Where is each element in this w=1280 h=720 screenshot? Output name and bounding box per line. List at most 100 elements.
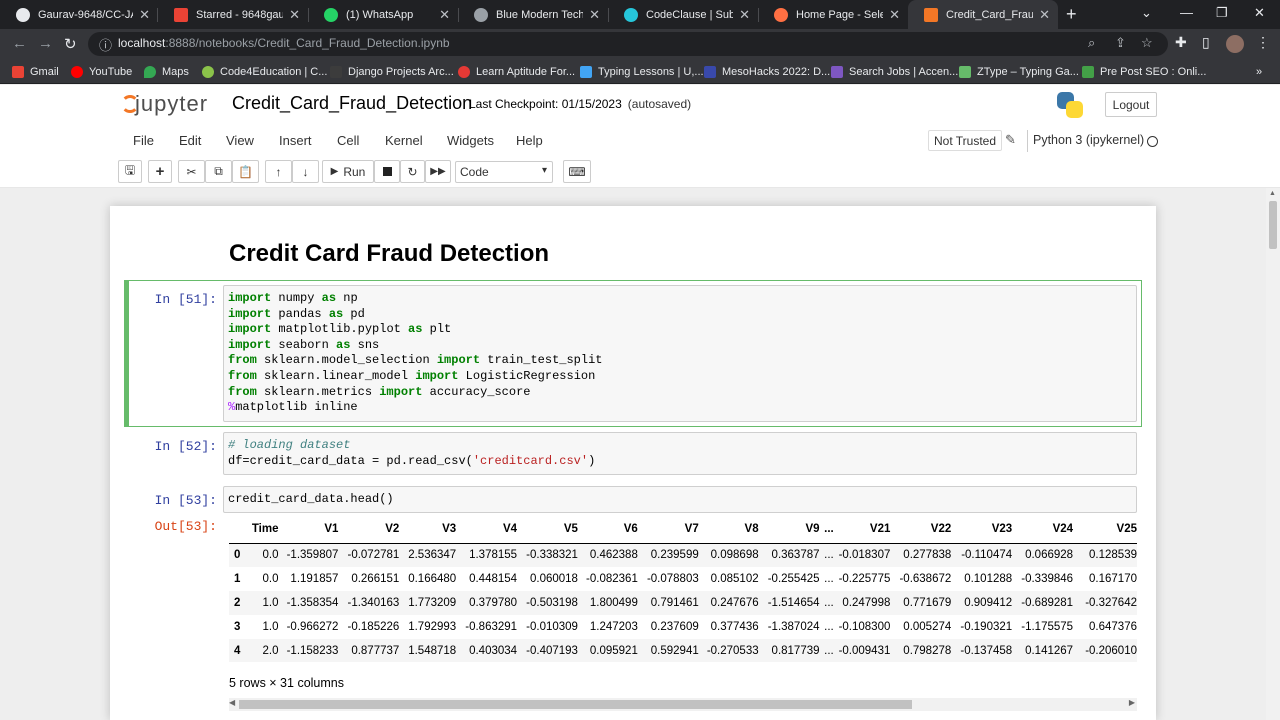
table-cell: ... bbox=[824, 573, 834, 585]
table-cell: -0.863291 bbox=[465, 621, 518, 633]
column-header: V21 bbox=[838, 516, 891, 544]
checkpoint-status: Last Checkpoint: 01/15/2023 (autosaved) bbox=[469, 97, 691, 111]
kebab-menu-icon[interactable]: ⋮ bbox=[1256, 34, 1270, 51]
table-cell: ... bbox=[824, 549, 834, 562]
browser-tab[interactable]: Home Page - Select or ✕ bbox=[758, 0, 908, 29]
restart-kernel-button[interactable]: ↻ bbox=[400, 160, 425, 183]
notebook-name[interactable]: Credit_Card_Fraud_Detection bbox=[232, 93, 472, 114]
bookmark-ztype[interactable]: ZType – Typing Ga... bbox=[959, 63, 1079, 81]
kernel-name[interactable]: Python 3 (ipykernel) bbox=[1033, 133, 1144, 147]
save-button[interactable]: 🖫 bbox=[118, 160, 142, 183]
bookmark-label: MesoHacks 2022: D... bbox=[722, 66, 831, 78]
table-cell: 0.167170 bbox=[1089, 573, 1137, 585]
side-panel-icon[interactable]: ▯ bbox=[1202, 34, 1210, 51]
menu-widgets[interactable]: Widgets bbox=[447, 133, 494, 148]
scroll-right-arrow-icon[interactable]: ▶ bbox=[1129, 698, 1135, 707]
bookmark-aptitude[interactable]: Learn Aptitude For... bbox=[458, 63, 575, 81]
more-bookmarks-icon[interactable]: » bbox=[1256, 63, 1262, 81]
new-tab-plus-icon[interactable]: + bbox=[1066, 4, 1077, 25]
url-host: localhost bbox=[118, 36, 166, 50]
scrollbar-thumb[interactable] bbox=[239, 700, 912, 709]
scroll-left-arrow-icon[interactable]: ◀ bbox=[229, 698, 235, 707]
bookmark-typing[interactable]: Typing Lessons | U,... bbox=[580, 63, 704, 81]
logout-button[interactable]: Logout bbox=[1105, 92, 1157, 117]
interrupt-kernel-button[interactable] bbox=[374, 160, 400, 183]
browser-tab[interactable]: (1) WhatsApp ✕ bbox=[308, 0, 458, 29]
tab-search-chevron-icon[interactable]: ⌄ bbox=[1141, 5, 1152, 21]
code4education-icon bbox=[202, 66, 214, 78]
site-info-icon[interactable]: ⓘ bbox=[99, 35, 112, 54]
bookmark-accenture[interactable]: Search Jobs | Accen... bbox=[831, 63, 958, 81]
table-cell: -1.359807 bbox=[286, 549, 339, 562]
zoom-icon[interactable]: ⌕ bbox=[1088, 35, 1095, 51]
close-tab-icon[interactable]: ✕ bbox=[439, 7, 450, 23]
move-cell-down-button[interactable]: ↓ bbox=[292, 160, 319, 183]
column-header: V1 bbox=[278, 516, 339, 544]
close-tab-icon[interactable]: ✕ bbox=[739, 7, 750, 23]
menu-cell[interactable]: Cell bbox=[337, 133, 359, 148]
code-cell-52[interactable]: # loading dataset df=credit_card_data = … bbox=[228, 438, 595, 469]
browser-tab[interactable]: Starred - 9648gaurav ✕ bbox=[158, 0, 308, 29]
bookmark-mesohacks[interactable]: MesoHacks 2022: D... bbox=[704, 63, 830, 81]
restart-run-all-button[interactable]: ▶▶ bbox=[425, 160, 451, 183]
close-tab-icon[interactable]: ✕ bbox=[289, 7, 300, 23]
close-tab-icon[interactable]: ✕ bbox=[589, 7, 600, 23]
menu-view[interactable]: View bbox=[226, 133, 254, 148]
browser-tab-active[interactable]: Credit_Card_Fraud_De ✕ bbox=[908, 0, 1058, 29]
markdown-heading[interactable]: Credit Card Fraud Detection bbox=[229, 240, 549, 268]
table-cell: 0.247998 bbox=[842, 597, 891, 609]
scrollbar-thumb[interactable] bbox=[1269, 201, 1277, 249]
insert-cell-below-button[interactable]: + bbox=[148, 160, 172, 183]
scroll-up-arrow-icon[interactable]: ▲ bbox=[1269, 190, 1276, 197]
profile-avatar[interactable] bbox=[1226, 35, 1244, 53]
browser-tab[interactable]: Gaurav-9648/CC-JAN ✕ bbox=[0, 0, 158, 29]
menu-help[interactable]: Help bbox=[516, 133, 543, 148]
code-cell-51[interactable]: import numpy as np import pandas as pd i… bbox=[228, 291, 602, 416]
reload-icon[interactable]: ↻ bbox=[64, 35, 77, 53]
close-tab-icon[interactable]: ✕ bbox=[139, 7, 150, 23]
restore-icon[interactable]: ❐ bbox=[1216, 5, 1228, 21]
forward-arrow-icon[interactable]: → bbox=[38, 35, 53, 52]
code-cell-53[interactable]: credit_card_data.head() bbox=[228, 492, 394, 508]
browser-tab[interactable]: Blue Modern Technolo ✕ bbox=[458, 0, 608, 29]
table-cell: 1.792993 bbox=[408, 621, 457, 633]
cell-type-select[interactable]: Code ▾ bbox=[455, 161, 553, 183]
menu-kernel[interactable]: Kernel bbox=[385, 133, 423, 148]
table-row: 3 1.0 -0.966272 -0.185226 1.792993 -0.863291-… bbox=[229, 615, 1137, 639]
command-palette-button[interactable]: ⌨ bbox=[563, 160, 591, 183]
back-arrow-icon[interactable]: ← bbox=[12, 35, 27, 52]
copy-cells-button[interactable]: ⧉ bbox=[205, 160, 232, 183]
browser-tab[interactable]: CodeClause | Submit ✕ bbox=[608, 0, 758, 29]
share-icon[interactable]: ⇪ bbox=[1115, 35, 1126, 51]
menu-insert[interactable]: Insert bbox=[279, 133, 312, 148]
jupyter-logo[interactable]: jupyter bbox=[121, 91, 221, 119]
edit-pencil-icon[interactable]: ✎ bbox=[1005, 132, 1016, 148]
page-vertical-scrollbar[interactable]: ▲ bbox=[1266, 188, 1280, 720]
extensions-puzzle-icon[interactable]: ✚ bbox=[1175, 34, 1187, 51]
bookmark-youtube[interactable]: YouTube bbox=[71, 63, 132, 81]
bookmark-maps[interactable]: Maps bbox=[144, 63, 189, 81]
not-trusted-button[interactable]: Not Trusted bbox=[928, 130, 1003, 151]
minimize-icon[interactable]: — bbox=[1180, 5, 1193, 20]
bookmark-prepostseo[interactable]: Pre Post SEO : Onli... bbox=[1082, 63, 1206, 81]
output-prompt: Out[53]: bbox=[154, 519, 217, 534]
paste-cells-button[interactable]: 📋 bbox=[232, 160, 259, 183]
cut-cells-button[interactable]: ✂ bbox=[178, 160, 205, 183]
bookmark-gmail[interactable]: Gmail bbox=[12, 63, 59, 81]
close-window-icon[interactable]: ✕ bbox=[1254, 5, 1265, 21]
django-icon bbox=[330, 66, 342, 78]
bookmark-star-icon[interactable]: ☆ bbox=[1141, 35, 1153, 51]
table-row: 1 0.0 1.191857 0.266151 0.166480 0.448154 0.06… bbox=[229, 567, 1137, 591]
close-tab-icon[interactable]: ✕ bbox=[1039, 7, 1050, 23]
table-cell: -0.638672 bbox=[899, 573, 952, 585]
move-cell-up-button[interactable]: ↑ bbox=[265, 160, 292, 183]
bookmark-django[interactable]: Django Projects Arc... bbox=[330, 63, 454, 81]
bookmark-code4education[interactable]: Code4Education | C... bbox=[202, 63, 327, 81]
output-horizontal-scrollbar[interactable]: ◀ ▶ bbox=[229, 698, 1137, 711]
close-tab-icon[interactable]: ✕ bbox=[889, 7, 900, 23]
url-text[interactable]: localhost:8888/notebooks/Credit_Card_Fra… bbox=[118, 36, 450, 50]
run-button[interactable]: ▶ Run bbox=[322, 160, 374, 183]
menu-edit[interactable]: Edit bbox=[179, 133, 201, 148]
menu-file[interactable]: File bbox=[133, 133, 154, 148]
table-header-row: Time V1 V2 V3 V4 V5 V6 V7 V8 V9 ... V21 … bbox=[229, 516, 1137, 544]
